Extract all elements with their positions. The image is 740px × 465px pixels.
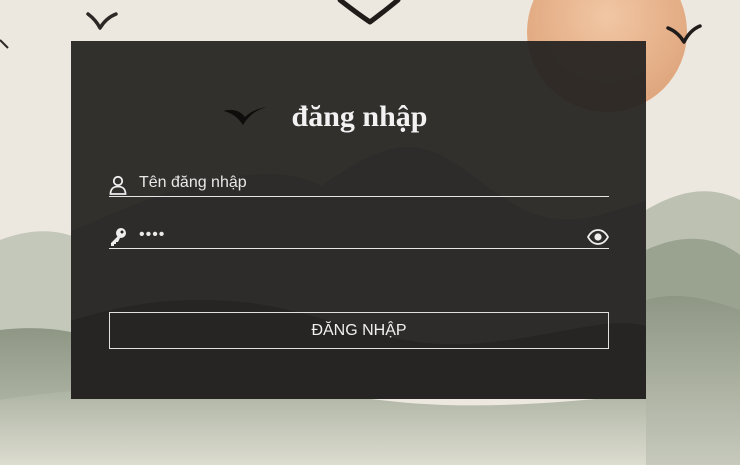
page-title: đăng nhập <box>291 100 428 133</box>
user-icon <box>109 175 127 195</box>
login-button[interactable]: ĐĂNG NHẬP <box>109 312 609 349</box>
bird-icon <box>223 107 267 125</box>
username-field <box>109 169 609 197</box>
password-input[interactable] <box>139 223 579 247</box>
password-field <box>109 221 609 249</box>
login-panel: đăng nhập ĐĂNG NHẬP <box>71 41 646 399</box>
eye-icon[interactable] <box>587 229 609 245</box>
username-input[interactable] <box>139 171 579 195</box>
key-icon <box>111 228 126 246</box>
